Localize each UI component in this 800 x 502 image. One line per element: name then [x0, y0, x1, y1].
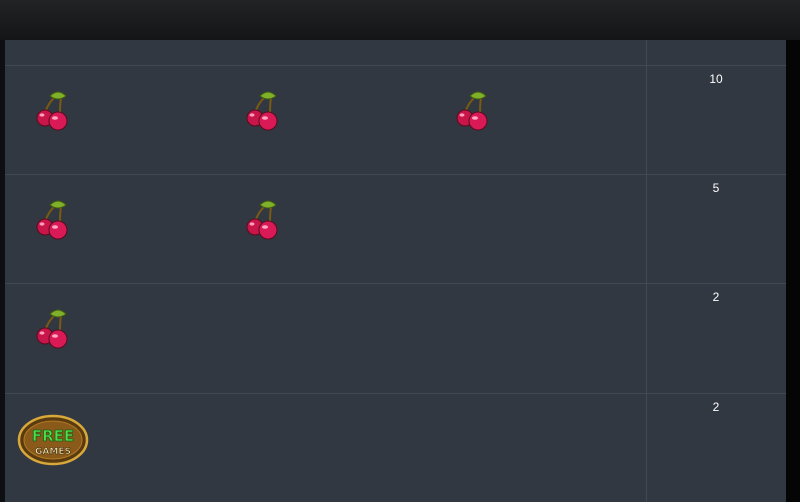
cherry-icon [32, 90, 72, 134]
cherry-icon [32, 308, 72, 352]
scroll-gutter [786, 40, 800, 502]
paytable-row: 5 [5, 175, 786, 284]
paytable-row: 2 [5, 284, 786, 394]
payout-value: 10 [709, 72, 723, 86]
paytable-header-row [5, 40, 786, 66]
cherry-icon [452, 90, 492, 134]
free-games-icon: FREE GAMES [17, 414, 89, 466]
top-bar [0, 0, 800, 40]
cherry-icon [242, 199, 282, 243]
cherry-icon [32, 199, 72, 243]
payout-value: 2 [712, 290, 720, 304]
free-games-label-top: FREE [32, 427, 74, 445]
paytable-row: 10 [5, 66, 786, 175]
free-games-label-bottom: GAMES [35, 447, 71, 457]
cherry-icon [242, 90, 282, 134]
paytable: 10 5 2 FREE GAMES 2 [5, 40, 786, 502]
paytable-row: FREE GAMES 2 [5, 394, 786, 502]
payout-value: 5 [712, 181, 720, 195]
payout-value: 2 [712, 400, 720, 414]
